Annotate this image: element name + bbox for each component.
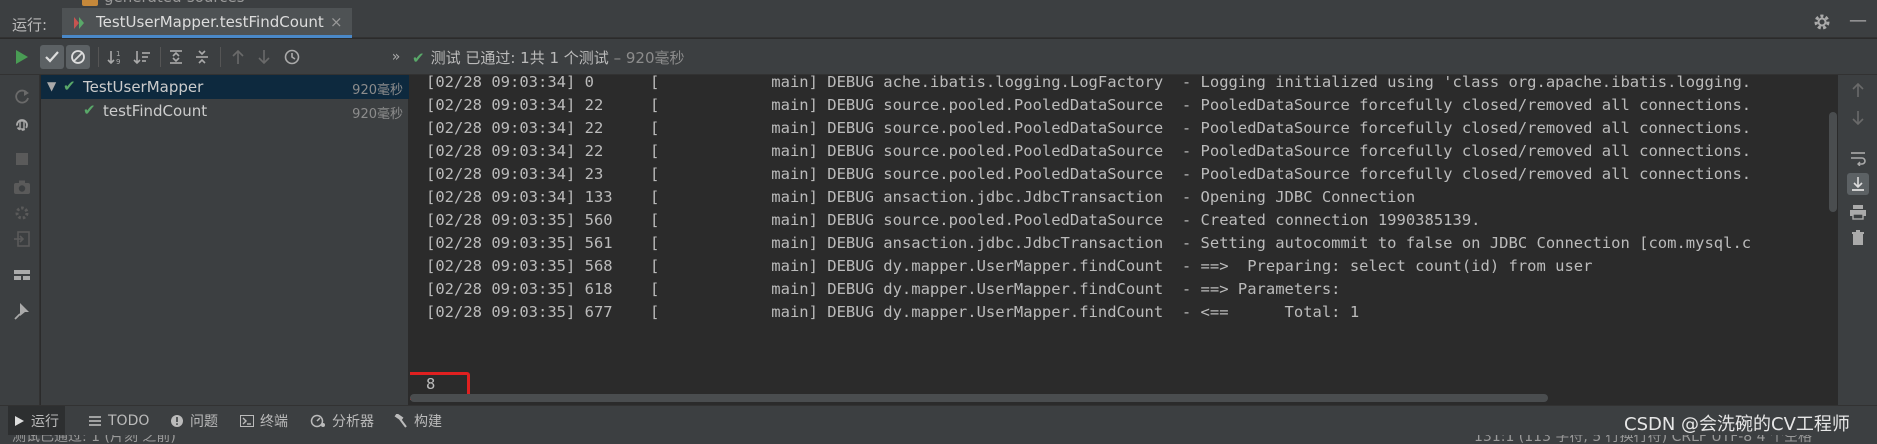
profiler-icon xyxy=(310,414,325,428)
console-line: [02/28 09:03:35] 677 [ main] DEBUG dy.ma… xyxy=(426,303,1360,321)
tab-todo-label: TODO xyxy=(108,413,150,429)
show-ignored-toggle-icon[interactable] xyxy=(66,45,90,69)
expand-arrow-icon[interactable]: ▼ xyxy=(47,79,56,93)
console-line: [02/28 09:03:35] 561 [ main] DEBUG ansac… xyxy=(426,234,1752,252)
collapse-all-icon[interactable] xyxy=(190,45,214,69)
terminal-icon xyxy=(240,415,254,427)
run-config-tab[interactable]: TestUserMapper.testFindCount × xyxy=(62,8,352,38)
console-line: [02/28 09:03:34] 22 [ main] DEBUG source… xyxy=(426,96,1752,114)
svg-text:9: 9 xyxy=(116,58,120,65)
toolbar-separator xyxy=(160,47,161,67)
print-icon[interactable] xyxy=(1847,201,1869,223)
hammer-icon xyxy=(394,414,407,428)
toolbar-separator xyxy=(220,47,221,67)
test-count-text: 共 1 个测试 xyxy=(529,49,609,67)
console-line: [02/28 09:03:34] 23 [ main] DEBUG source… xyxy=(426,165,1752,183)
console-line: [02/28 09:03:35] 618 [ main] DEBUG dy.ma… xyxy=(426,280,1350,298)
test-method-name: testFindCount xyxy=(103,102,208,120)
hide-panel-icon[interactable]: — xyxy=(1849,10,1867,31)
passed-text: 测试 已通过: 1 xyxy=(430,49,530,67)
status-bar-message: 测试已通过: 1 (片刻 之前) xyxy=(12,435,176,444)
expand-all-icon[interactable] xyxy=(164,45,188,69)
more-options-icon[interactable]: » xyxy=(384,45,408,69)
gear-icon[interactable] xyxy=(1812,12,1832,32)
scroll-up-icon[interactable] xyxy=(1847,79,1869,101)
tab-build-label: 构建 xyxy=(414,414,442,430)
test-duration-text: – 920毫秒 xyxy=(613,49,685,67)
passed-check-icon: ✔ xyxy=(83,101,96,119)
toggle-auto-test-icon[interactable] xyxy=(12,115,32,135)
test-run-icon xyxy=(74,17,84,29)
tab-problems[interactable]: 问题 xyxy=(164,406,224,436)
rerun-failed-icon[interactable] xyxy=(12,87,32,107)
stop-icon[interactable] xyxy=(12,149,32,169)
tab-terminal-label: 终端 xyxy=(260,414,288,430)
previous-failed-test-icon[interactable] xyxy=(226,45,250,69)
import-tests-icon[interactable] xyxy=(12,229,32,249)
run-config-tab-title: TestUserMapper.testFindCount xyxy=(96,13,324,31)
run-side-toolbar xyxy=(0,75,40,405)
tab-build[interactable]: 构建 xyxy=(388,406,448,436)
project-tree-partial: generated-sources xyxy=(0,0,1877,8)
run-panel-label: 运行: xyxy=(12,16,48,34)
tab-terminal[interactable]: 终端 xyxy=(234,406,294,436)
show-passed-toggle-icon[interactable] xyxy=(40,45,64,69)
console-line: [02/28 09:03:34] 0 [ main] DEBUG ache.ib… xyxy=(426,75,1752,91)
scroll-down-icon[interactable] xyxy=(1847,107,1869,129)
test-runner-toolbar: 19 » ✔ 测试 已通过: 1共 1 个测试 – 920毫秒 xyxy=(0,39,1877,75)
test-tree-row[interactable]: ✔ testFindCount 920毫秒 xyxy=(41,99,409,123)
vertical-scrollbar[interactable] xyxy=(1829,112,1837,212)
camera-icon[interactable] xyxy=(12,177,32,197)
tab-run[interactable]: 运行 xyxy=(8,406,65,436)
test-status-summary: ✔ 测试 已通过: 1共 1 个测试 – 920毫秒 xyxy=(412,47,685,68)
horizontal-scrollbar[interactable] xyxy=(410,394,1548,402)
tab-profiler-label: 分析器 xyxy=(332,414,374,430)
settings-debug-icon[interactable] xyxy=(12,203,32,223)
toolbar-separator xyxy=(98,47,99,67)
close-tab-icon[interactable]: × xyxy=(330,13,343,31)
test-results-tree: ▼ ✔ TestUserMapper 920毫秒 ✔ testFindCount… xyxy=(41,75,409,405)
test-class-name: TestUserMapper xyxy=(83,78,204,96)
tool-window-bar: 运行 TODO 问题 终端 分析器 构建 CSDN @会洗碗的CV工程师 xyxy=(0,405,1877,436)
pin-icon[interactable] xyxy=(12,301,32,321)
watermark: CSDN @会洗碗的CV工程师 xyxy=(1624,414,1850,435)
status-bar: 测试已通过: 1 (片刻 之前) 131:1 (113 字符, 5 行换行符) … xyxy=(0,435,1877,444)
passed-check-icon: ✔ xyxy=(412,49,425,67)
play-icon xyxy=(15,416,24,426)
console-line: [02/28 09:03:35] 560 [ main] DEBUG sourc… xyxy=(426,211,1481,229)
console-output[interactable]: [02/28 09:03:34] 0 [ main] DEBUG ache.ib… xyxy=(410,75,1838,405)
sort-alphabetically-icon[interactable]: 19 xyxy=(104,45,128,69)
console-line: [02/28 09:03:34] 133 [ main] DEBUG ansac… xyxy=(426,188,1416,206)
tab-todo[interactable]: TODO xyxy=(82,406,155,436)
layout-icon[interactable] xyxy=(12,265,32,285)
info-icon xyxy=(171,415,183,427)
folder-icon xyxy=(82,0,98,6)
test-history-icon[interactable] xyxy=(280,45,304,69)
project-tree-item-label: generated-sources xyxy=(104,0,245,6)
console-line: [02/28 09:03:34] 22 [ main] DEBUG source… xyxy=(426,119,1752,137)
console-side-toolbar xyxy=(1838,75,1877,405)
rerun-icon[interactable] xyxy=(10,45,34,69)
tab-problems-label: 问题 xyxy=(190,414,218,430)
soft-wrap-icon[interactable] xyxy=(1847,147,1869,169)
passed-check-icon: ✔ xyxy=(63,77,76,95)
svg-text:1: 1 xyxy=(116,50,120,58)
scroll-to-end-icon[interactable] xyxy=(1847,173,1869,195)
trash-icon[interactable] xyxy=(1847,227,1869,249)
run-tool-window-header: 运行: TestUserMapper.testFindCount × — xyxy=(0,8,1877,38)
console-line: [02/28 09:03:35] 568 [ main] DEBUG dy.ma… xyxy=(426,257,1593,275)
test-duration: 920毫秒 xyxy=(352,83,403,98)
sort-by-duration-icon[interactable] xyxy=(130,45,154,69)
list-icon xyxy=(89,416,101,426)
next-failed-test-icon[interactable] xyxy=(252,45,276,69)
tab-run-label: 运行 xyxy=(31,414,59,430)
tab-profiler[interactable]: 分析器 xyxy=(304,406,380,436)
console-line: [02/28 09:03:34] 22 [ main] DEBUG source… xyxy=(426,142,1752,160)
status-bar-info: 131:1 (113 字符, 5 行换行符) CRLF UTF-8 4 个空格 xyxy=(1474,435,1813,444)
test-tree-row[interactable]: ▼ ✔ TestUserMapper 920毫秒 xyxy=(41,75,409,99)
test-duration: 920毫秒 xyxy=(352,107,403,122)
